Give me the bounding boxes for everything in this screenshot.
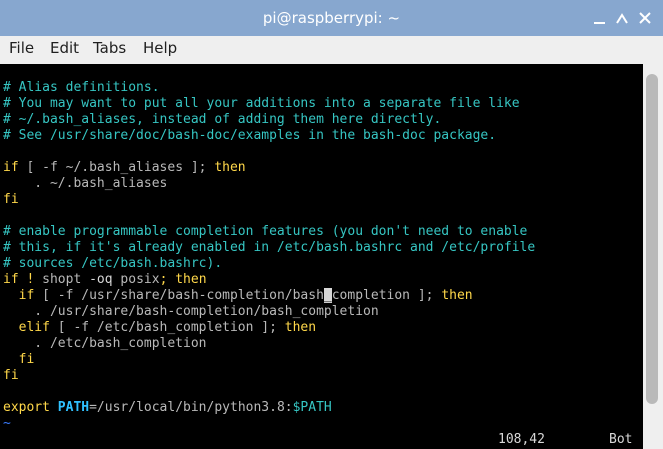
- code-line: if [ -f /usr/share/bash-completion/bash_…: [3, 288, 473, 304]
- code-text: [ -f /etc/bash_completion ];: [49, 320, 285, 335]
- cursor-position: 108,42: [498, 432, 545, 447]
- code-line: # enable programmable completion feature…: [3, 224, 528, 239]
- menu-help[interactable]: Help: [143, 39, 177, 57]
- empty-line-tilde: ~: [3, 416, 11, 431]
- code-line: . /etc/bash_completion: [3, 336, 207, 351]
- code-text: [ -f ~/.bash_aliases ];: [18, 160, 215, 175]
- code-text: =/usr/local/bin/python3.8:: [89, 400, 293, 415]
- keyword: then: [441, 288, 473, 303]
- maximize-button[interactable]: [612, 8, 632, 28]
- code-line: fi: [3, 352, 35, 367]
- keyword: then: [214, 160, 246, 175]
- scrollbar-thumb[interactable]: [646, 74, 658, 404]
- maximize-icon: [616, 13, 628, 24]
- code-line: fi: [3, 368, 19, 383]
- code-line: if [ -f ~/.bash_aliases ]; then: [3, 160, 246, 176]
- separator: ;: [159, 272, 176, 287]
- code-line: export PATH=/usr/local/bin/python3.8:$PA…: [3, 400, 332, 416]
- operator: !: [18, 272, 43, 287]
- minimize-button[interactable]: [589, 8, 609, 28]
- keyword: if: [3, 160, 19, 175]
- env-variable: $PATH: [292, 400, 332, 415]
- code-line: elif [ -f /etc/bash_completion ]; then: [3, 320, 316, 336]
- code-line: . /usr/share/bash-completion/bash_comple…: [3, 304, 379, 319]
- menu-bar: File Edit Tabs Help: [0, 36, 663, 62]
- keyword: if: [3, 272, 19, 287]
- command: shopt: [42, 272, 82, 287]
- keyword: if: [18, 288, 35, 303]
- title-bar: pi@raspberrypi: ~: [0, 0, 663, 36]
- close-icon: [639, 12, 651, 24]
- text-cursor: _: [323, 288, 332, 303]
- menu-edit[interactable]: Edit: [50, 39, 79, 57]
- code-line: # See /usr/share/doc/bash-doc/examples i…: [3, 128, 497, 143]
- menu-file[interactable]: File: [9, 39, 34, 57]
- code-line: if ! shopt -oq posix; then: [3, 272, 207, 288]
- code-line: fi: [3, 192, 19, 207]
- code-line: . ~/.bash_aliases: [3, 176, 168, 191]
- terminal-area[interactable]: # Alias definitions. # You may want to p…: [0, 64, 643, 449]
- code-line: # sources /etc/bash.bashrc).: [3, 256, 223, 271]
- option: -oq: [81, 272, 121, 287]
- minimize-icon: [593, 22, 605, 24]
- keyword: then: [175, 272, 207, 287]
- close-button[interactable]: [635, 8, 655, 28]
- variable: PATH: [49, 400, 90, 415]
- keyword: export: [3, 400, 50, 415]
- code-line: # this, if it's already enabled in /etc/…: [3, 240, 536, 255]
- code-text: completion ];: [331, 288, 442, 303]
- keyword: then: [284, 320, 317, 335]
- keyword: elif: [18, 320, 50, 335]
- argument: posix: [120, 272, 160, 287]
- code-text: [ -f /usr/share/bash-completion/bash: [34, 288, 324, 303]
- menu-tabs[interactable]: Tabs: [93, 39, 126, 57]
- code-line: # ~/.bash_aliases, instead of adding the…: [3, 112, 442, 127]
- code-line: # You may want to put all your additions…: [3, 96, 520, 111]
- window-title: pi@raspberrypi: ~: [262, 9, 401, 27]
- code-line: # Alias definitions.: [3, 80, 160, 95]
- scrollbar[interactable]: [643, 64, 663, 449]
- scroll-indicator: Bot: [609, 432, 633, 447]
